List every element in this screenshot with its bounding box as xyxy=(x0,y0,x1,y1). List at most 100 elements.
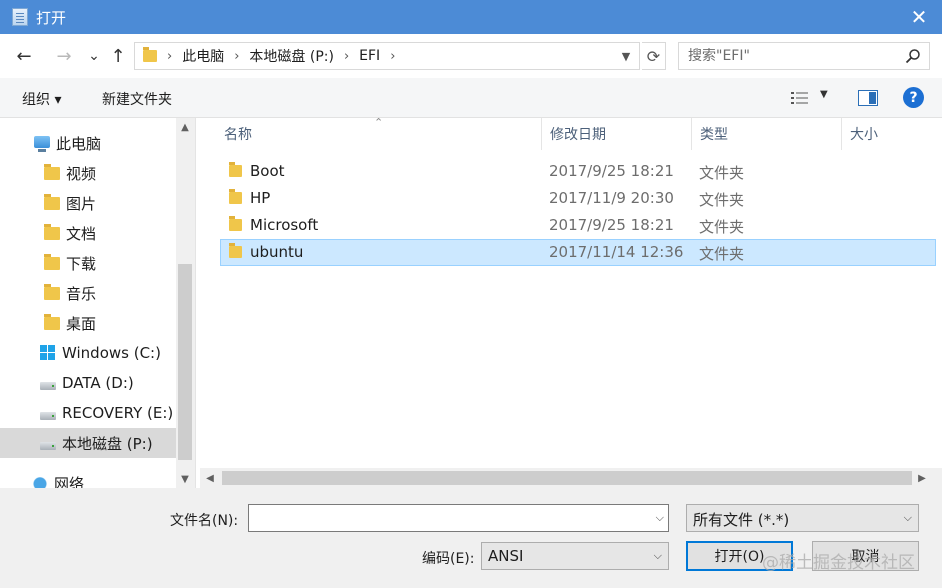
sidebar-item-pictures[interactable]: 图片 xyxy=(0,188,176,218)
close-button[interactable]: ✕ xyxy=(896,0,942,34)
file-name: Microsoft xyxy=(250,216,319,234)
music-folder-icon xyxy=(44,283,60,300)
chevron-right-icon[interactable]: › xyxy=(344,49,349,64)
network-icon xyxy=(32,475,48,488)
window-title: 打开 xyxy=(36,8,67,27)
folder-icon xyxy=(229,162,242,177)
sidebar-item-label: RECOVERY (E:) xyxy=(62,404,174,422)
search-box[interactable] xyxy=(678,42,930,70)
view-details-icon[interactable] xyxy=(790,90,810,106)
scroll-left-arrow-icon[interactable]: ◀ xyxy=(200,468,220,488)
breadcrumb-this-pc[interactable]: 此电脑 xyxy=(182,46,224,66)
table-row-selected[interactable]: ubuntu 2017/11/14 12:36 文件夹 xyxy=(220,239,936,266)
scroll-down-arrow-icon[interactable]: ▼ xyxy=(176,470,194,488)
table-row[interactable]: HP 2017/11/9 20:30 文件夹 xyxy=(220,185,936,212)
file-date: 2017/9/25 18:21 xyxy=(549,162,674,180)
folder-icon xyxy=(229,189,242,204)
chevron-right-icon[interactable]: › xyxy=(234,49,239,64)
scroll-up-arrow-icon[interactable]: ▲ xyxy=(176,118,194,136)
search-icon[interactable] xyxy=(905,48,921,64)
file-list: ⌃ 名称 修改日期 类型 大小 Boot 2017/9/25 18:21 文件夹… xyxy=(195,116,942,488)
chevron-down-icon[interactable]: ⌵ xyxy=(656,511,664,525)
encoding-select[interactable]: ANSI ⌵ xyxy=(481,542,669,570)
sidebar-item-label: 桌面 xyxy=(66,314,97,333)
drive-icon xyxy=(40,442,56,450)
table-row[interactable]: Boot 2017/9/25 18:21 文件夹 xyxy=(220,158,936,185)
preview-pane-icon[interactable] xyxy=(858,90,878,106)
scrollbar-thumb[interactable] xyxy=(178,264,192,460)
watermark: @稀土掘金技术社区 xyxy=(762,553,915,573)
new-folder-button[interactable]: 新建文件夹 xyxy=(102,89,172,109)
file-date: 2017/11/9 20:30 xyxy=(549,189,674,207)
sidebar-item-downloads[interactable]: 下载 xyxy=(0,248,176,278)
documents-folder-icon xyxy=(44,223,60,240)
sidebar-item-videos[interactable]: 视频 xyxy=(0,158,176,188)
pictures-folder-icon xyxy=(44,193,60,210)
notepad-icon xyxy=(12,8,28,26)
sidebar-item-music[interactable]: 音乐 xyxy=(0,278,176,308)
file-type: 文件夹 xyxy=(699,218,745,236)
file-list-horizontal-scrollbar[interactable]: ◀ ▶ xyxy=(200,468,942,488)
sidebar-item-network[interactable]: 网络 xyxy=(0,468,176,488)
breadcrumb-local-disk-p[interactable]: 本地磁盘 (P:) xyxy=(249,46,334,66)
sidebar-item-label: 下载 xyxy=(66,254,97,273)
chevron-down-icon[interactable]: ⌵ xyxy=(904,511,912,525)
command-bar: 组织 ▾ 新建文件夹 ▼ ? xyxy=(0,78,942,118)
sidebar-item-documents[interactable]: 文档 xyxy=(0,218,176,248)
navigation-pane-scrollbar[interactable]: ▲ ▼ xyxy=(176,118,194,488)
computer-icon xyxy=(34,136,50,152)
organize-button[interactable]: 组织 ▾ xyxy=(22,89,61,109)
sidebar-item-this-pc[interactable]: 此电脑 xyxy=(0,128,176,158)
windows-drive-icon xyxy=(40,345,56,361)
column-header-date-modified[interactable]: 修改日期 xyxy=(542,118,692,150)
navigation-pane: 此电脑 视频 图片 文档 下载 音乐 桌面 Windows (C:) DATA … xyxy=(0,118,194,488)
file-type-select[interactable]: 所有文件 (*.*) ⌵ xyxy=(686,504,919,532)
refresh-button[interactable]: ⟳ xyxy=(642,42,666,70)
file-type-value: 所有文件 (*.*) xyxy=(693,511,790,529)
encoding-label: 编码(E): xyxy=(422,551,475,567)
recent-locations-button[interactable]: ⌄ xyxy=(82,44,106,68)
encoding-value: ANSI xyxy=(488,547,524,565)
help-button[interactable]: ? xyxy=(903,87,924,108)
sidebar-item-label: Windows (C:) xyxy=(62,344,161,362)
sidebar-item-windows-c[interactable]: Windows (C:) xyxy=(0,338,176,368)
sidebar-item-local-disk-p[interactable]: 本地磁盘 (P:) xyxy=(0,428,176,458)
file-date: 2017/9/25 18:21 xyxy=(549,216,674,234)
desktop-folder-icon xyxy=(44,313,60,330)
chevron-down-icon[interactable]: ⌵ xyxy=(654,549,662,563)
navigation-bar: ← → ⌄ ↑ › 此电脑 › 本地磁盘 (P:) › EFI › ▼ ⟳ xyxy=(0,34,942,78)
sidebar-item-label: 图片 xyxy=(66,194,97,213)
sidebar-item-data-d[interactable]: DATA (D:) xyxy=(0,368,176,398)
drive-icon xyxy=(40,382,56,390)
address-history-dropdown[interactable]: ▼ xyxy=(617,47,635,65)
file-name: Boot xyxy=(250,162,285,180)
sidebar-item-desktop[interactable]: 桌面 xyxy=(0,308,176,338)
dialog-footer: 文件名(N): ⌵ 所有文件 (*.*) ⌵ 编码(E): ANSI ⌵ 打开(… xyxy=(0,488,942,588)
sidebar-item-label: 本地磁盘 (P:) xyxy=(62,434,153,453)
sidebar-item-label: 视频 xyxy=(66,164,97,183)
sidebar-item-recovery-e[interactable]: RECOVERY (E:) xyxy=(0,398,176,428)
chevron-right-icon[interactable]: › xyxy=(390,49,395,64)
back-button[interactable]: ← xyxy=(12,44,36,68)
column-header-size[interactable]: 大小 xyxy=(842,118,942,150)
search-input[interactable] xyxy=(679,48,899,64)
view-options-dropdown[interactable]: ▼ xyxy=(820,89,828,100)
scroll-right-arrow-icon[interactable]: ▶ xyxy=(912,468,932,488)
column-header-name[interactable]: 名称 xyxy=(216,118,536,150)
scrollbar-thumb[interactable] xyxy=(222,471,912,485)
sidebar-item-label: 网络 xyxy=(54,474,85,489)
drive-icon xyxy=(40,412,56,420)
address-bar[interactable]: › 此电脑 › 本地磁盘 (P:) › EFI › ▼ xyxy=(134,42,640,70)
column-header-type[interactable]: 类型 xyxy=(692,118,842,150)
filename-combo[interactable]: ⌵ xyxy=(248,504,669,532)
sidebar-item-label: 文档 xyxy=(66,224,97,243)
sidebar-item-label: 音乐 xyxy=(66,284,97,303)
filename-input[interactable] xyxy=(249,505,668,531)
forward-button[interactable]: → xyxy=(52,44,76,68)
folder-icon xyxy=(229,243,242,258)
file-type: 文件夹 xyxy=(699,245,745,263)
table-row[interactable]: Microsoft 2017/9/25 18:21 文件夹 xyxy=(220,212,936,239)
up-button[interactable]: ↑ xyxy=(106,44,130,68)
breadcrumb-efi[interactable]: EFI xyxy=(359,48,380,64)
sidebar-item-label: DATA (D:) xyxy=(62,374,134,392)
